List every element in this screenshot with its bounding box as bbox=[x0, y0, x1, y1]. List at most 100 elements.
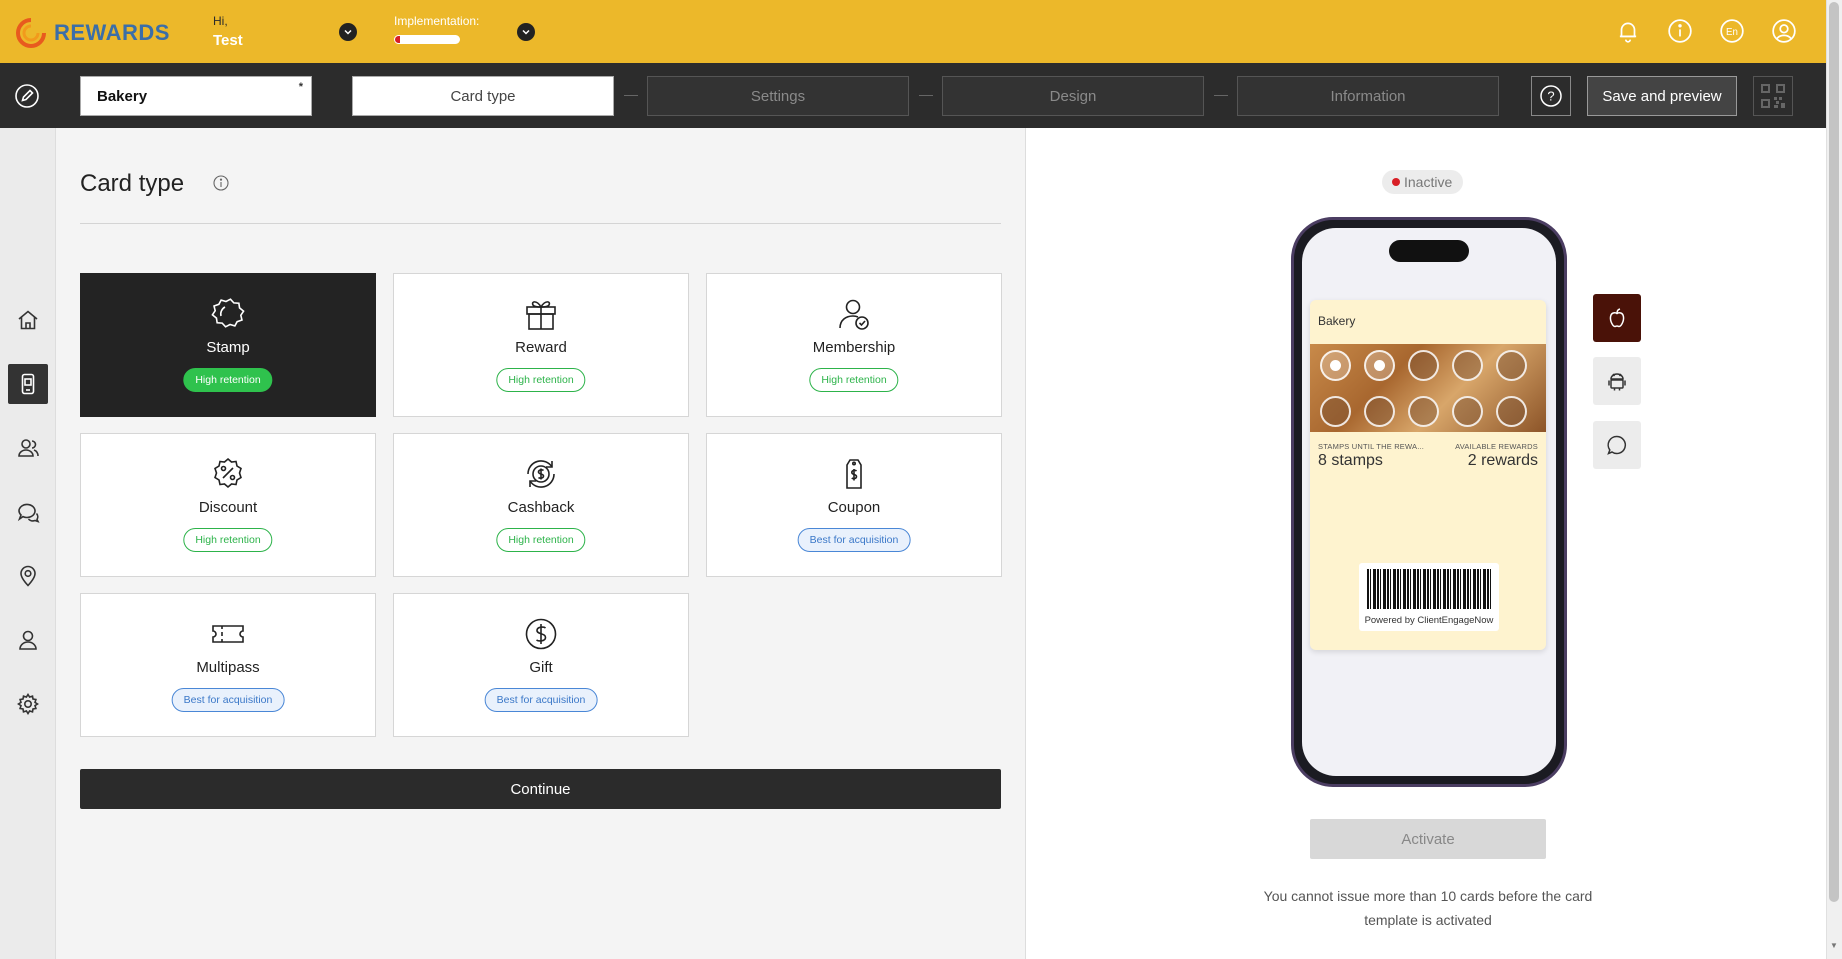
step-design[interactable]: Design bbox=[942, 76, 1204, 116]
scroll-down-arrow-icon[interactable]: ▼ bbox=[1830, 942, 1838, 950]
card-type-discount[interactable]: Discount High retention bbox=[80, 433, 376, 577]
user-greeting: Hi, Test bbox=[213, 14, 243, 49]
phone-mockup: Bakery STAMPS UNTIL THE REWA... 8 stamps… bbox=[1291, 217, 1567, 787]
implementation-chevron-icon[interactable] bbox=[517, 23, 535, 41]
barcode bbox=[1367, 569, 1491, 609]
stamp-slot bbox=[1496, 350, 1527, 381]
continue-button[interactable]: Continue bbox=[80, 769, 1001, 809]
sidebar bbox=[0, 128, 56, 959]
clients-icon bbox=[18, 439, 39, 457]
tile-badge: High retention bbox=[496, 368, 586, 392]
tile-label: Gift bbox=[529, 659, 553, 676]
implementation-progress-fill bbox=[395, 36, 401, 43]
card-type-membership[interactable]: Membership High retention bbox=[706, 273, 1002, 417]
info-icon[interactable] bbox=[213, 175, 229, 191]
stamp-slot bbox=[1320, 350, 1351, 381]
card-name-field[interactable]: Bakery * bbox=[80, 76, 312, 116]
stamp-slot bbox=[1452, 396, 1483, 427]
step-settings[interactable]: Settings bbox=[647, 76, 909, 116]
chat-icon bbox=[1607, 435, 1627, 455]
ticket-icon bbox=[212, 625, 244, 643]
pass-field-value-stamps: 8 stamps bbox=[1318, 452, 1383, 469]
stamp-slot bbox=[1320, 396, 1351, 427]
tile-label: Coupon bbox=[827, 499, 881, 516]
help-icon: ? bbox=[1540, 85, 1562, 107]
title-divider bbox=[80, 223, 1001, 224]
brand-logo[interactable]: REWARDS bbox=[14, 16, 170, 50]
tile-label: Discount bbox=[198, 499, 258, 516]
sidebar-item-settings[interactable] bbox=[8, 684, 48, 724]
pass-field-label-stamps: STAMPS UNTIL THE REWA... bbox=[1318, 442, 1425, 451]
card-name-value: Bakery bbox=[97, 88, 148, 105]
status-dot bbox=[1392, 178, 1400, 186]
discount-icon bbox=[214, 457, 242, 489]
stamp-slot bbox=[1496, 396, 1527, 427]
logo-mark-icon bbox=[14, 16, 48, 50]
preview-platform-chat[interactable] bbox=[1593, 421, 1641, 469]
card-type-gift[interactable]: Gift Best for acquisition bbox=[393, 593, 689, 737]
pass-strip-image bbox=[1310, 344, 1546, 432]
card-preview-panel: Inactive Bakery STAMPS UNTIL THE REWA...… bbox=[1025, 128, 1826, 959]
tile-badge: Best for acquisition bbox=[797, 528, 911, 552]
required-marker: * bbox=[298, 81, 303, 93]
cashback-icon bbox=[527, 460, 555, 488]
android-icon bbox=[1608, 373, 1626, 391]
help-button[interactable]: ? bbox=[1531, 76, 1571, 116]
pass-field-label-rewards: AVAILABLE REWARDS bbox=[1455, 442, 1538, 451]
implementation-progress-bar bbox=[394, 35, 460, 44]
tile-badge: Best for acquisition bbox=[171, 688, 285, 712]
sidebar-item-messages[interactable] bbox=[8, 492, 48, 532]
edit-icon[interactable] bbox=[14, 83, 40, 109]
qr-code-icon bbox=[1761, 84, 1785, 108]
card-type-multipass[interactable]: Multipass Best for acquisition bbox=[80, 593, 376, 737]
card-type-stamp[interactable]: Stamp High retention bbox=[80, 273, 376, 417]
step-information[interactable]: Information bbox=[1237, 76, 1499, 116]
tile-label: Stamp bbox=[206, 339, 250, 356]
pass-title: Bakery bbox=[1318, 314, 1356, 328]
stamp-slot bbox=[1452, 350, 1483, 381]
tile-label: Multipass bbox=[196, 659, 260, 676]
gift-box-icon bbox=[526, 301, 556, 330]
barcode-area: Powered by ClientEngageNow bbox=[1359, 563, 1499, 631]
step-card-type[interactable]: Card type bbox=[352, 76, 614, 116]
tile-badge: High retention bbox=[496, 528, 586, 552]
card-type-coupon[interactable]: Coupon Best for acquisition bbox=[706, 433, 1002, 577]
tile-badge: Best for acquisition bbox=[484, 688, 598, 712]
preview-platform-apple[interactable] bbox=[1593, 294, 1641, 342]
card-type-cashback[interactable]: Cashback High retention bbox=[393, 433, 689, 577]
card-builder-toolbar: Bakery * Card type Settings Design Infor… bbox=[0, 63, 1826, 128]
stamp-icon bbox=[211, 298, 245, 328]
dollar-icon bbox=[525, 618, 557, 650]
tile-badge: High retention bbox=[183, 528, 273, 552]
wallet-pass: Bakery STAMPS UNTIL THE REWA... 8 stamps… bbox=[1310, 300, 1546, 650]
sidebar-item-home[interactable] bbox=[8, 300, 48, 340]
sidebar-item-staff[interactable] bbox=[8, 620, 48, 660]
bell-icon[interactable] bbox=[1614, 17, 1642, 45]
preview-platform-android[interactable] bbox=[1593, 357, 1641, 405]
membership-icon bbox=[839, 299, 869, 330]
language-icon[interactable]: En bbox=[1718, 17, 1746, 45]
phone-screen: Bakery STAMPS UNTIL THE REWA... 8 stamps… bbox=[1302, 228, 1556, 776]
sidebar-item-clients[interactable] bbox=[8, 428, 48, 468]
info-icon[interactable] bbox=[1666, 17, 1694, 45]
activate-button[interactable]: Activate bbox=[1310, 819, 1546, 859]
implementation-label: Implementation: bbox=[394, 14, 480, 28]
qr-code-button[interactable] bbox=[1753, 76, 1793, 116]
card-type-reward[interactable]: Reward High retention bbox=[393, 273, 689, 417]
pass-field-value-rewards: 2 rewards bbox=[1467, 452, 1538, 469]
phone-card-icon bbox=[21, 373, 35, 395]
tile-badge: High retention bbox=[183, 368, 273, 392]
scrollbar-thumb[interactable] bbox=[1829, 2, 1839, 902]
sidebar-item-locations[interactable] bbox=[8, 556, 48, 596]
user-menu-chevron-icon[interactable] bbox=[339, 23, 357, 41]
messages-icon bbox=[17, 503, 40, 523]
help-label: ? bbox=[1547, 89, 1554, 104]
sidebar-item-cards[interactable] bbox=[8, 364, 48, 404]
status-badge: Inactive bbox=[1382, 170, 1464, 194]
brand-name: REWARDS bbox=[54, 20, 170, 45]
gear-icon bbox=[17, 693, 39, 715]
save-and-preview-button[interactable]: Save and preview bbox=[1587, 76, 1737, 116]
status-text: Inactive bbox=[1404, 174, 1453, 190]
user-icon[interactable] bbox=[1770, 17, 1798, 45]
top-bar: REWARDS Hi, Test Implementation: En bbox=[0, 0, 1826, 63]
